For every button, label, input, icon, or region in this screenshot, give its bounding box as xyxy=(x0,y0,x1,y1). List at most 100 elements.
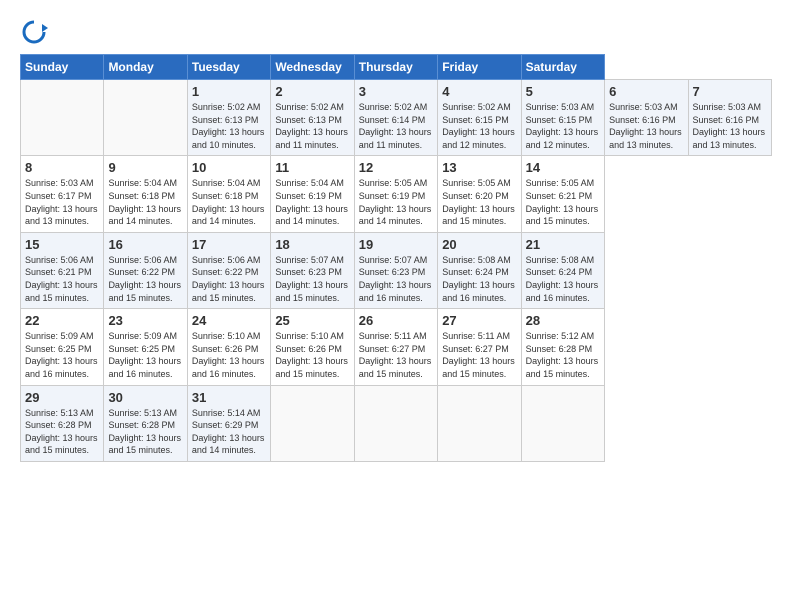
daylight-text: Daylight: 13 hours xyxy=(25,433,98,443)
day-number: 12 xyxy=(359,160,433,175)
day-number: 8 xyxy=(25,160,99,175)
daylight-text: Daylight: 13 hours xyxy=(192,356,265,366)
daylight-minutes: and 12 minutes. xyxy=(442,140,506,150)
daylight-text: Daylight: 13 hours xyxy=(442,280,515,290)
daylight-text: Daylight: 13 hours xyxy=(192,204,265,214)
calendar-cell: 8Sunrise: 5:03 AMSunset: 6:17 PMDaylight… xyxy=(21,156,104,232)
sunrise-text: Sunrise: 5:02 AM xyxy=(192,102,261,112)
daylight-minutes: and 11 minutes. xyxy=(275,140,338,150)
daylight-minutes: and 13 minutes. xyxy=(25,216,89,226)
day-number: 14 xyxy=(526,160,600,175)
sunrise-text: Sunrise: 5:09 AM xyxy=(108,331,177,341)
day-info: Sunrise: 5:09 AMSunset: 6:25 PMDaylight:… xyxy=(25,330,99,380)
day-number: 9 xyxy=(108,160,182,175)
sunrise-text: Sunrise: 5:10 AM xyxy=(275,331,344,341)
daylight-minutes: and 16 minutes. xyxy=(442,293,506,303)
day-info: Sunrise: 5:06 AMSunset: 6:22 PMDaylight:… xyxy=(192,254,266,304)
sunrise-text: Sunrise: 5:09 AM xyxy=(25,331,94,341)
day-info: Sunrise: 5:11 AMSunset: 6:27 PMDaylight:… xyxy=(359,330,433,380)
day-info: Sunrise: 5:02 AMSunset: 6:15 PMDaylight:… xyxy=(442,101,516,151)
day-number: 6 xyxy=(609,84,683,99)
sunrise-text: Sunrise: 5:04 AM xyxy=(192,178,261,188)
sunset-text: Sunset: 6:21 PM xyxy=(526,191,593,201)
calendar-cell: 30Sunrise: 5:13 AMSunset: 6:28 PMDayligh… xyxy=(104,385,187,461)
daylight-text: Daylight: 13 hours xyxy=(526,280,599,290)
calendar-cell: 22Sunrise: 5:09 AMSunset: 6:25 PMDayligh… xyxy=(21,309,104,385)
sunrise-text: Sunrise: 5:03 AM xyxy=(25,178,94,188)
sunset-text: Sunset: 6:28 PM xyxy=(526,344,593,354)
day-number: 13 xyxy=(442,160,516,175)
sunrise-text: Sunrise: 5:13 AM xyxy=(108,408,177,418)
header-cell-monday: Monday xyxy=(104,55,187,80)
day-number: 21 xyxy=(526,237,600,252)
sunrise-text: Sunrise: 5:06 AM xyxy=(108,255,177,265)
day-number: 24 xyxy=(192,313,266,328)
day-number: 29 xyxy=(25,390,99,405)
calendar-cell: 11Sunrise: 5:04 AMSunset: 6:19 PMDayligh… xyxy=(271,156,354,232)
daylight-minutes: and 16 minutes. xyxy=(359,293,423,303)
sunrise-text: Sunrise: 5:06 AM xyxy=(25,255,94,265)
sunrise-text: Sunrise: 5:07 AM xyxy=(359,255,428,265)
sunset-text: Sunset: 6:18 PM xyxy=(192,191,259,201)
daylight-minutes: and 11 minutes. xyxy=(359,140,422,150)
week-row-1: 1Sunrise: 5:02 AMSunset: 6:13 PMDaylight… xyxy=(21,80,772,156)
calendar-cell xyxy=(271,385,354,461)
day-number: 11 xyxy=(275,160,349,175)
day-number: 25 xyxy=(275,313,349,328)
daylight-minutes: and 13 minutes. xyxy=(693,140,757,150)
calendar-cell xyxy=(104,80,187,156)
daylight-text: Daylight: 13 hours xyxy=(192,280,265,290)
sunset-text: Sunset: 6:25 PM xyxy=(108,344,175,354)
sunset-text: Sunset: 6:21 PM xyxy=(25,267,92,277)
day-info: Sunrise: 5:02 AMSunset: 6:14 PMDaylight:… xyxy=(359,101,433,151)
sunset-text: Sunset: 6:26 PM xyxy=(275,344,342,354)
day-info: Sunrise: 5:06 AM Sunset: 6:21 PM Daylight:… xyxy=(25,254,99,304)
calendar-cell: 6Sunrise: 5:03 AMSunset: 6:16 PMDaylight… xyxy=(605,80,688,156)
calendar-cell: 29Sunrise: 5:13 AMSunset: 6:28 PMDayligh… xyxy=(21,385,104,461)
sunrise-text: Sunrise: 5:11 AM xyxy=(442,331,510,341)
day-number: 23 xyxy=(108,313,182,328)
sunrise-text: Sunrise: 5:13 AM xyxy=(25,408,94,418)
day-number: 26 xyxy=(359,313,433,328)
sunrise-text: Sunrise: 5:08 AM xyxy=(442,255,511,265)
daylight-minutes: and 10 minutes. xyxy=(192,140,256,150)
sunrise-text: Sunrise: 5:05 AM xyxy=(359,178,428,188)
daylight-text: Daylight: 13 hours xyxy=(359,280,432,290)
day-number: 1 xyxy=(192,84,266,99)
calendar-cell: 7Sunrise: 5:03 AMSunset: 6:16 PMDaylight… xyxy=(688,80,772,156)
calendar-cell: 26 Sunrise: 5:11 AMSunset: 6:27 PMDayligh… xyxy=(354,309,437,385)
day-info: Sunrise: 5:05 AMSunset: 6:21 PMDaylight:… xyxy=(526,177,600,227)
calendar-cell: 21Sunrise: 5:08 AMSunset: 6:24 PMDayligh… xyxy=(521,232,604,308)
daylight-text: Daylight: 13 hours xyxy=(526,356,599,366)
sunset-text: Sunset: 6:15 PM xyxy=(526,115,593,125)
calendar-cell: 17Sunrise: 5:06 AMSunset: 6:22 PMDayligh… xyxy=(187,232,270,308)
daylight-minutes: and 15 minutes. xyxy=(526,216,590,226)
daylight-minutes: and 15 minutes. xyxy=(192,293,256,303)
calendar-cell: 1Sunrise: 5:02 AMSunset: 6:13 PMDaylight… xyxy=(187,80,270,156)
sunrise-text: Sunrise: 5:02 AM xyxy=(442,102,511,112)
day-number: 3 xyxy=(359,84,433,99)
daylight-minutes: and 16 minutes. xyxy=(526,293,590,303)
calendar-cell: 13Sunrise: 5:05 AMSunset: 6:20 PMDayligh… xyxy=(438,156,521,232)
day-info: Sunrise: 5:04 AM Sunset: 6:18 PM Daylight:… xyxy=(192,177,266,227)
sunset-text: Sunset: 6:19 PM xyxy=(275,191,342,201)
sunrise-text: Sunrise: 5:12 AM xyxy=(526,331,595,341)
daylight-text: Daylight: 13 hours xyxy=(25,204,98,214)
daylight-text: Daylight: 13 hours xyxy=(442,204,515,214)
daylight-text: Daylight: 13 hours xyxy=(609,127,682,137)
week-row-3: 15Sunrise: 5:06 AMSunset: 6:21 PMDayligh… xyxy=(21,232,772,308)
day-info: Sunrise: 5:03 AMSunset: 6:15 PMDaylight:… xyxy=(526,101,600,151)
daylight-text: Daylight: 13 hours xyxy=(25,280,98,290)
sunset-text: Sunset: 6:16 PM xyxy=(693,115,760,125)
day-info: Sunrise: 5:06 AMSunset: 6:22 PMDaylight:… xyxy=(108,254,182,304)
sunrise-text: Sunrise: 5:03 AM xyxy=(609,102,678,112)
sunrise-text: Sunrise: 5:08 AM xyxy=(526,255,595,265)
sunset-text: Sunset: 6:18 PM xyxy=(108,191,175,201)
sunset-text: Sunset: 6:29 PM xyxy=(192,420,259,430)
daylight-minutes: and 15 minutes. xyxy=(359,369,423,379)
sunrise-text: Sunrise: 5:03 AM xyxy=(526,102,595,112)
sunset-text: Sunset: 6:22 PM xyxy=(108,267,175,277)
day-info: Sunrise: 5:13 AMSunset: 6:28 PMDaylight:… xyxy=(108,407,182,457)
logo xyxy=(20,18,52,46)
sunset-text: Sunset: 6:27 PM xyxy=(442,344,509,354)
